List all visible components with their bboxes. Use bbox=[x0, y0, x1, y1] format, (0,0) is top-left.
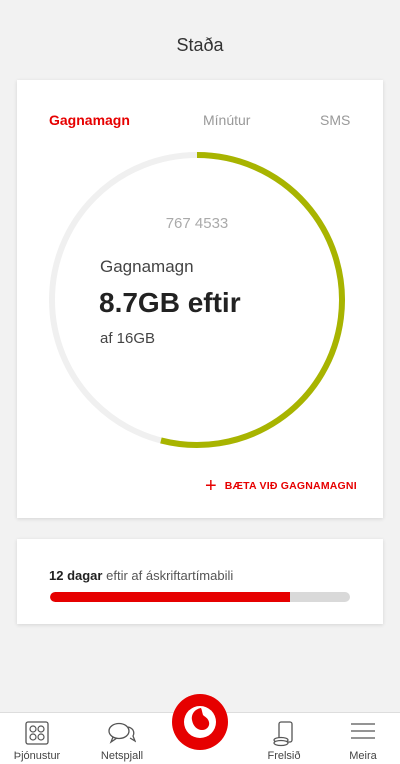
period-days: 12 dagar bbox=[49, 568, 103, 583]
usage-card: Gagnamagn Mínútur SMS 767 4533 Gagnamagn… bbox=[17, 80, 383, 518]
page-title: Staða bbox=[176, 34, 224, 55]
period-progress-fill bbox=[50, 592, 290, 602]
period-progress-bar bbox=[50, 592, 350, 602]
nav-label-meira: Meira bbox=[349, 750, 377, 762]
phone-number: 767 4533 bbox=[165, 215, 229, 232]
add-data-button[interactable]: + BÆTA VIÐ GAGNAMAGNI bbox=[205, 475, 357, 497]
nav-item-meira[interactable]: Meira bbox=[323, 713, 400, 764]
usage-type-label: Gagnamagn bbox=[100, 257, 194, 276]
usage-remaining: 8.7GB eftir bbox=[99, 287, 241, 318]
vodafone-home-button[interactable] bbox=[172, 694, 228, 750]
chat-bubbles-icon bbox=[108, 722, 136, 744]
app-header: Staða bbox=[0, 0, 400, 72]
nav-item-netspjall[interactable]: Netspjall bbox=[82, 713, 162, 764]
menu-lines-icon bbox=[351, 723, 375, 739]
vodafone-logo-icon bbox=[184, 706, 216, 738]
plus-icon: + bbox=[205, 475, 217, 497]
nav-item-frelsid[interactable]: Frelsið bbox=[244, 713, 324, 764]
services-grid-icon bbox=[25, 721, 49, 745]
period-description: eftir af áskriftartímabili bbox=[106, 568, 234, 583]
phone-topup-icon bbox=[273, 721, 293, 747]
subscription-period-card: 12 dagar eftir af áskriftartímabili bbox=[17, 539, 383, 624]
add-data-label: BÆTA VIÐ GAGNAMAGNI bbox=[224, 480, 357, 492]
period-text: 12 dagar eftir af áskriftartímabili bbox=[49, 568, 233, 583]
nav-label-thjonustur: Þjónustur bbox=[13, 750, 61, 762]
usage-total: af 16GB bbox=[100, 330, 156, 347]
nav-label-netspjall: Netspjall bbox=[100, 750, 144, 762]
nav-item-thjonustur[interactable]: Þjónustur bbox=[0, 713, 77, 764]
nav-label-frelsid: Frelsið bbox=[267, 750, 301, 762]
